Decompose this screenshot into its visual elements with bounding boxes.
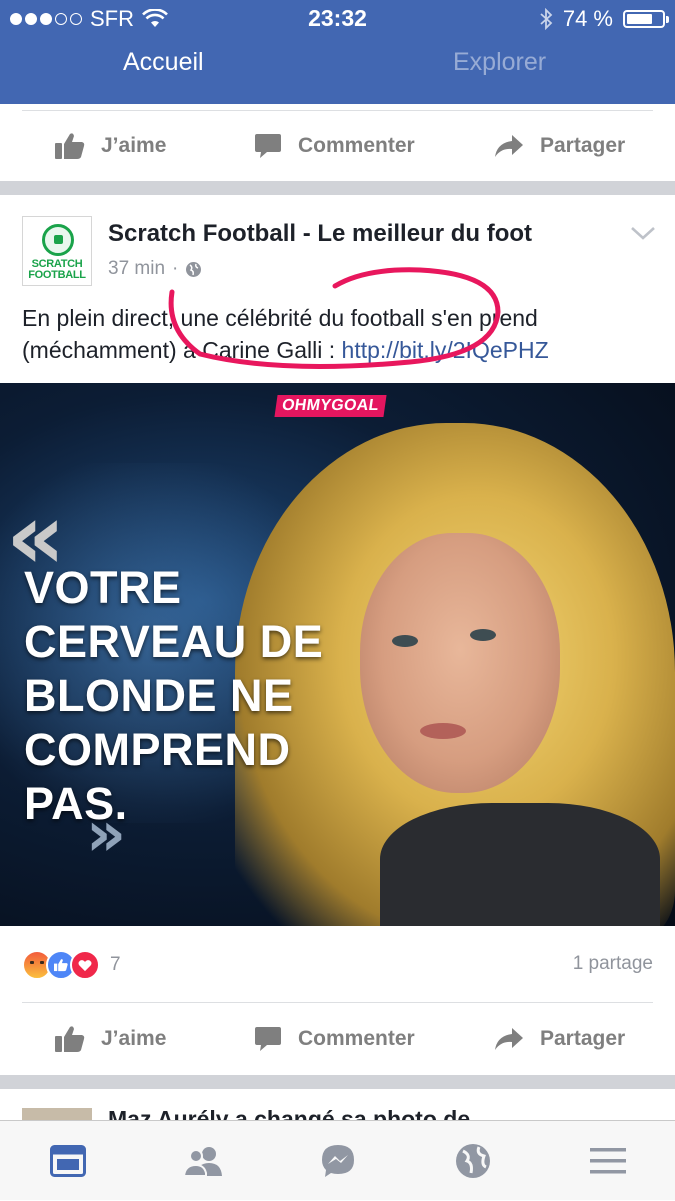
previous-post-actions: J’aime Commenter Partager — [0, 108, 675, 184]
share-button[interactable]: Partager — [494, 108, 625, 184]
news-feed-icon — [50, 1145, 86, 1177]
share-arrow-icon — [495, 135, 523, 157]
avatar-logo-text-2: FOOTBALL — [28, 269, 86, 281]
share-label: Partager — [540, 1027, 626, 1050]
thumbs-up-icon — [55, 1026, 85, 1052]
top-nav-tabs: Accueil Explorer — [0, 48, 675, 92]
post-time[interactable]: 37 min — [108, 258, 165, 280]
tab-accueil[interactable]: Accueil — [123, 48, 204, 77]
like-label: J’aime — [101, 1027, 167, 1050]
feed-separator — [0, 181, 675, 195]
comment-button[interactable]: Commenter — [254, 1001, 415, 1077]
like-button[interactable]: J’aime — [55, 1001, 166, 1077]
share-label: Partager — [540, 134, 626, 157]
tab-news-feed[interactable] — [28, 1121, 108, 1201]
top-bar: SFR 23:32 74 % Accueil Explorer — [0, 0, 675, 104]
tab-menu[interactable] — [568, 1121, 648, 1201]
messenger-icon — [322, 1145, 354, 1177]
friends-icon — [182, 1147, 222, 1177]
soccer-ball-icon — [42, 224, 74, 256]
tab-notifications[interactable] — [433, 1121, 513, 1201]
reaction-summary[interactable]: 7 — [22, 950, 121, 980]
share-arrow-icon — [495, 1028, 523, 1050]
share-button[interactable]: Partager — [494, 1001, 625, 1077]
feed-separator — [0, 1075, 675, 1089]
chevron-down-icon[interactable] — [630, 225, 656, 241]
post-actions: J’aime Commenter Partager — [0, 1001, 675, 1077]
bottom-tab-bar — [0, 1120, 675, 1200]
ohmygoal-logo: OHMYGOAL — [274, 395, 387, 417]
page-name-link[interactable]: Scratch Football - Le meilleur du foot — [108, 220, 532, 248]
close-quote-mark: » — [86, 797, 127, 870]
thumbs-up-icon — [55, 133, 85, 159]
comment-bubble-icon — [255, 134, 281, 158]
comment-button[interactable]: Commenter — [254, 108, 415, 184]
tab-messenger[interactable] — [298, 1121, 378, 1201]
reaction-count: 7 — [110, 954, 121, 975]
tab-friends[interactable] — [163, 1121, 243, 1201]
comment-bubble-icon — [255, 1027, 281, 1051]
battery-icon — [623, 10, 669, 28]
like-label: J’aime — [101, 134, 167, 157]
share-count[interactable]: 1 partage — [573, 953, 653, 975]
battery-percentage: 74 % — [562, 6, 613, 31]
globe-icon — [456, 1144, 490, 1178]
bluetooth-icon — [540, 8, 553, 30]
hand-drawn-circle-annotation — [168, 267, 501, 369]
post-image[interactable]: OHMYGOAL « VOTRE CERVEAU DE BLONDE NE CO… — [0, 383, 675, 926]
comment-label: Commenter — [298, 1027, 415, 1050]
page-avatar[interactable]: SCRATCH FOOTBALL — [22, 216, 92, 286]
battery-fill — [627, 14, 652, 24]
status-bar: SFR 23:32 74 % — [0, 0, 675, 36]
like-button[interactable]: J’aime — [55, 108, 166, 184]
woman-jacket — [380, 803, 660, 926]
hamburger-menu-icon — [590, 1148, 626, 1174]
comment-label: Commenter — [298, 134, 415, 157]
love-reaction-icon — [70, 950, 100, 980]
woman-face — [360, 533, 560, 793]
tab-explorer[interactable]: Explorer — [453, 48, 546, 77]
image-headline: VOTRE CERVEAU DE BLONDE NE COMPREND PAS. — [24, 562, 324, 829]
